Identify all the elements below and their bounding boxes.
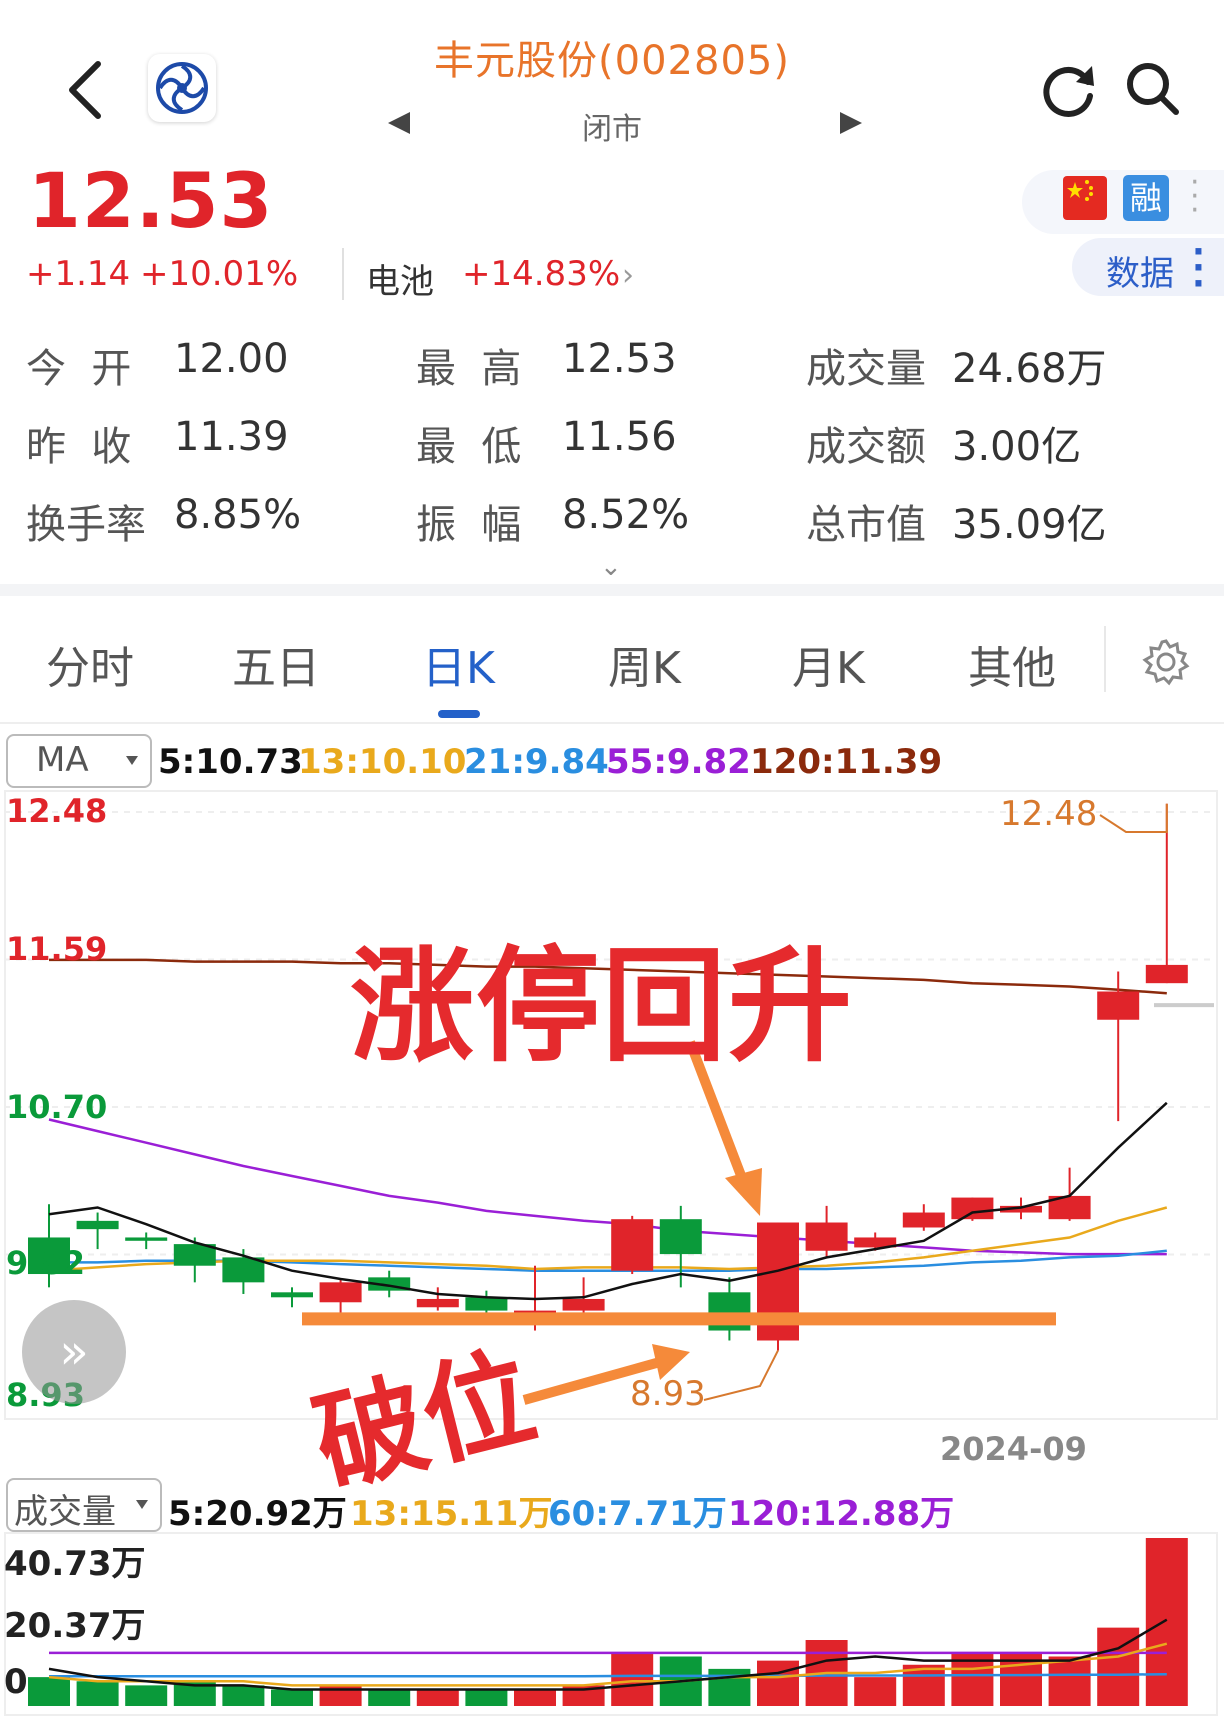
axis-label-lower: 9.82 bbox=[6, 1244, 85, 1282]
high-leader-line bbox=[1099, 803, 1168, 833]
candle bbox=[1145, 964, 1188, 984]
candle bbox=[805, 1222, 848, 1251]
candle bbox=[562, 1298, 605, 1311]
high-price-label: 12.48 bbox=[1000, 794, 1098, 834]
vol-ma13-value: 13:15.11万 bbox=[350, 1494, 553, 1534]
date-label: 2024-09 bbox=[940, 1430, 1087, 1468]
volume-selector-label: 成交量 bbox=[14, 1492, 116, 1532]
candle bbox=[416, 1298, 459, 1308]
vol-ma5-value: 5:20.92万 bbox=[168, 1494, 347, 1534]
vol-ma60-value: 60:7.71万 bbox=[548, 1494, 727, 1534]
axis-label-upper: 11.59 bbox=[6, 930, 108, 968]
volume-axis-top: 40.73万 bbox=[4, 1544, 146, 1584]
candle bbox=[76, 1220, 119, 1230]
candle bbox=[319, 1282, 362, 1303]
candle bbox=[951, 1197, 994, 1220]
ma55-line bbox=[48, 1118, 1167, 1256]
axis-label-top: 12.48 bbox=[6, 792, 108, 830]
axis-label-mid: 10.70 bbox=[6, 1088, 108, 1126]
candle bbox=[271, 1292, 313, 1298]
low-leader-line bbox=[703, 1350, 779, 1401]
candle bbox=[1097, 991, 1140, 1020]
annotation-limit-up: 涨停回升 bbox=[350, 935, 855, 1079]
volume-chart-frame bbox=[4, 1532, 1218, 1716]
arrow-up-head bbox=[725, 1168, 762, 1216]
candle bbox=[125, 1237, 168, 1241]
candle bbox=[902, 1212, 945, 1228]
dropdown-arrow-icon bbox=[136, 1500, 148, 1509]
expand-fab-button[interactable]: » bbox=[22, 1300, 126, 1404]
volume-axis-zero: 0 bbox=[4, 1662, 28, 1702]
vol-ma120-value: 120:12.88万 bbox=[728, 1494, 955, 1534]
volume-axis-mid: 20.37万 bbox=[4, 1606, 146, 1646]
low-price-label: 8.93 bbox=[630, 1374, 706, 1414]
candle bbox=[611, 1219, 654, 1271]
candle bbox=[659, 1219, 702, 1255]
